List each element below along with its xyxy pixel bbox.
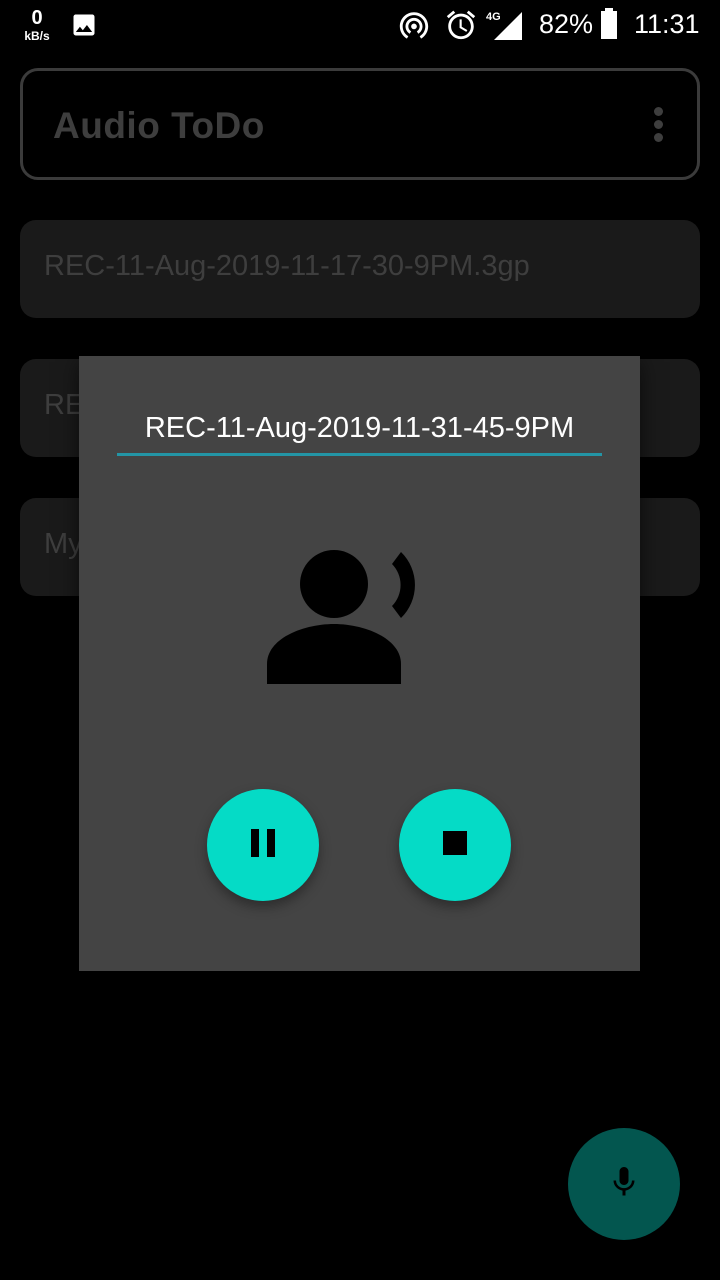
list-item[interactable]: REC-11-Aug-2019-11-17-30-9PM.3gp: [20, 220, 700, 318]
pause-icon: [249, 828, 277, 863]
battery-percent: 82%: [539, 9, 594, 39]
record-dialog: [79, 356, 640, 971]
network-speed-unit: kB/s: [24, 29, 50, 43]
pause-button[interactable]: [207, 789, 319, 901]
battery-icon: [600, 8, 618, 45]
app-bar: Audio ToDo: [20, 68, 700, 180]
more-vert-icon: [651, 107, 665, 142]
alarm-icon: [444, 8, 478, 47]
gallery-icon: [70, 11, 98, 44]
signal-icon: 4G: [486, 8, 524, 47]
hotspot-icon: [397, 8, 431, 47]
screen: 0 kB/s 4G 82% 11:31 Audio ToDo REC-11-Au…: [0, 0, 720, 1280]
file-name-field[interactable]: [117, 404, 602, 456]
voice-recording-icon: [264, 546, 424, 691]
recording-name: My: [44, 528, 83, 560]
clock: 11:31: [634, 9, 700, 39]
app-title: Audio ToDo: [53, 105, 265, 146]
network-speed-value: 0: [31, 7, 43, 29]
recording-name: REC-11-Aug-2019-11-17-30-9PM.3gp: [44, 250, 530, 282]
network-type: 4G: [486, 11, 501, 23]
status-bar: 0 kB/s 4G 82% 11:31: [0, 0, 720, 52]
network-speed: 0 kB/s: [18, 8, 56, 42]
mic-icon: [606, 1160, 642, 1209]
stop-icon: [442, 830, 468, 861]
record-fab[interactable]: [568, 1128, 680, 1240]
stop-button[interactable]: [399, 789, 511, 901]
more-options-button[interactable]: [651, 107, 665, 143]
